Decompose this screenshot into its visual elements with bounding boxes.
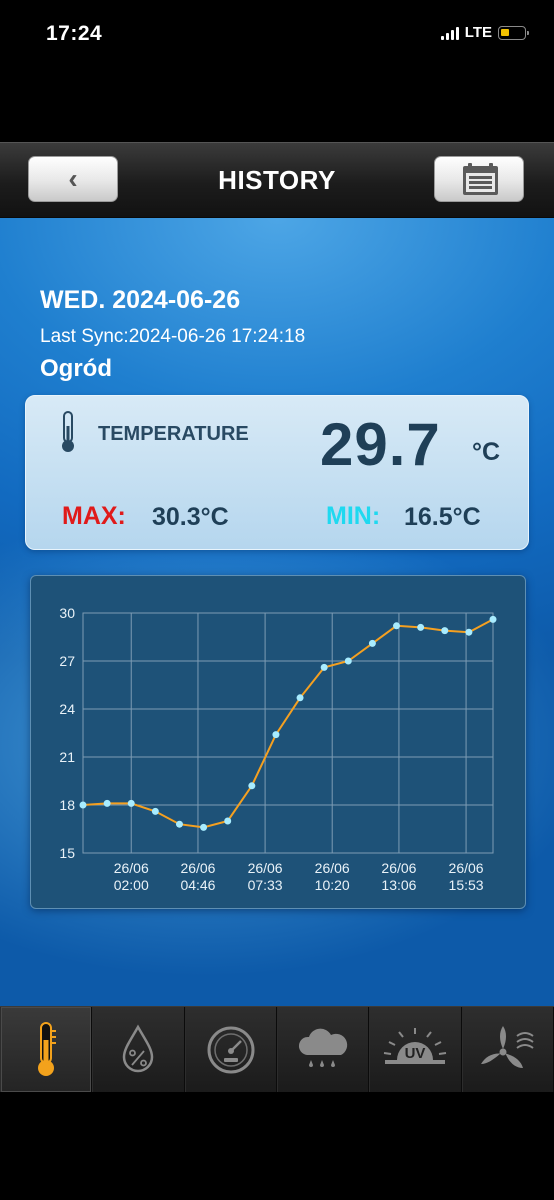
- max-temperature: 30.3°C: [152, 503, 229, 531]
- x-tick-label-time: 15:53: [449, 877, 484, 893]
- x-tick-label-date: 26/06: [315, 860, 350, 876]
- x-tick-label-time: 02:00: [114, 877, 149, 893]
- tab-temperature[interactable]: [0, 1007, 93, 1092]
- temperature-data-point: [344, 657, 352, 665]
- tab-humidity[interactable]: [92, 1007, 185, 1092]
- rain-cloud-icon: [299, 1028, 348, 1067]
- app-top-spacer: [0, 72, 554, 142]
- y-tick-label: 15: [59, 845, 75, 861]
- status-indicators: LTE: [440, 24, 529, 41]
- y-tick-label: 27: [59, 653, 75, 669]
- plot-area-frame: [82, 612, 494, 854]
- status-bar: 17:24 LTE: [0, 0, 554, 72]
- y-tick-label: 24: [59, 701, 75, 717]
- temperature-data-point: [393, 622, 401, 630]
- thermometer-icon: [62, 411, 74, 452]
- location-name: Ogród: [40, 355, 112, 382]
- x-tick-label-time: 07:33: [248, 877, 283, 893]
- tab-wind[interactable]: [461, 1007, 554, 1092]
- network-type: LTE: [464, 24, 492, 41]
- uv-label: UV: [405, 1045, 426, 1062]
- thermometer-icon: [38, 1021, 57, 1076]
- bottom-tab-bar: UV: [0, 1006, 554, 1092]
- temperature-data-point: [417, 623, 425, 631]
- max-label: MAX:: [62, 502, 126, 530]
- x-tick-label-time: 13:06: [381, 877, 416, 893]
- tab-pressure[interactable]: [184, 1007, 277, 1092]
- calendar-icon: [463, 163, 498, 195]
- temperature-data-point: [368, 639, 376, 647]
- temperature-unit: °C: [472, 438, 501, 466]
- app-header: ‹ HISTORY: [0, 142, 554, 218]
- humidity-drop-icon: [123, 1023, 154, 1072]
- temperature-label: TEMPERATURE: [98, 423, 249, 445]
- temperature-data-point: [175, 820, 183, 828]
- x-tick-label-date: 26/06: [449, 860, 484, 876]
- temperature-data-point: [103, 799, 111, 807]
- current-date: WED. 2024-06-26: [40, 286, 241, 314]
- x-tick-label-date: 26/06: [180, 860, 215, 876]
- last-sync: Last Sync:2024-06-26 17:24:18: [40, 326, 306, 347]
- x-tick-label-date: 26/06: [114, 860, 149, 876]
- temperature-data-point: [200, 823, 208, 831]
- temperature-data-point: [465, 628, 473, 636]
- temperature-history-chart: 15 18 21 24 27 30 26/06 02:00 26/06 04:46 26/06 07:…: [30, 575, 526, 909]
- uv-sun-icon: UV: [384, 1027, 447, 1064]
- current-temperature: 29.7: [320, 411, 441, 478]
- battery-level: [501, 28, 509, 36]
- y-tick-label: 30: [59, 605, 75, 621]
- wind-turbine-icon: [480, 1025, 534, 1068]
- temperature-summary-card: TEMPERATURE 29.7 °C MAX: 30.3°C MIN: 16.…: [25, 395, 529, 550]
- home-indicator-area: [0, 1092, 554, 1200]
- temperature-data-point: [441, 627, 449, 635]
- barometer-gauge-icon: [207, 1026, 255, 1073]
- temperature-data-point: [79, 801, 87, 809]
- battery-icon: [498, 25, 529, 40]
- temperature-data-point: [272, 731, 280, 739]
- y-tick-label: 18: [59, 797, 75, 813]
- temperature-data-point: [248, 782, 256, 790]
- cellular-signal-icon: [440, 26, 459, 40]
- min-label: MIN:: [326, 502, 381, 530]
- tab-uv[interactable]: UV: [369, 1007, 462, 1092]
- x-tick-label-time: 10:20: [315, 877, 350, 893]
- temperature-data-point: [224, 817, 232, 825]
- x-tick-label-time: 04:46: [180, 877, 215, 893]
- x-tick-label-date: 26/06: [381, 860, 416, 876]
- calendar-button[interactable]: [434, 156, 524, 202]
- y-tick-label: 21: [59, 749, 75, 765]
- x-tick-label-date: 26/06: [248, 860, 283, 876]
- min-temperature: 16.5°C: [404, 503, 481, 531]
- temperature-data-point: [489, 615, 497, 623]
- chart-canvas: 15182124273026/0602:0026/0604:4626/0607:…: [59, 605, 497, 893]
- temperature-data-point: [151, 807, 159, 815]
- tab-rain[interactable]: [276, 1007, 370, 1092]
- temperature-data-point: [127, 799, 135, 807]
- main-content: WED. 2024-06-26 Last Sync:2024-06-26 17:…: [0, 218, 554, 1006]
- temperature-data-point: [296, 694, 304, 702]
- temperature-data-point: [320, 663, 328, 671]
- status-time: 17:24: [46, 22, 103, 45]
- temperature-series-line: [82, 618, 494, 829]
